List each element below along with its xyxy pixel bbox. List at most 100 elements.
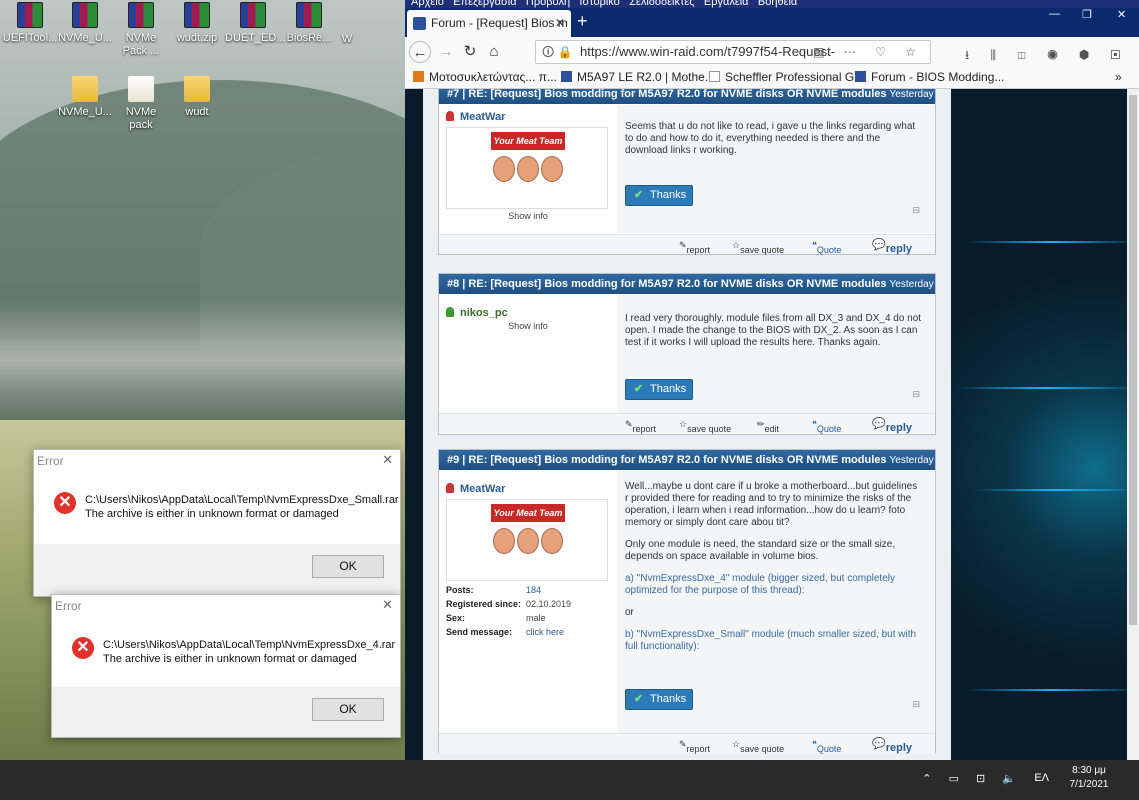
forward-icon[interactable]: → [435,41,457,63]
bookmarks-bar: Μοτοσυκλετώντας... π... M5A97 LE R2.0 | … [405,67,1139,89]
bookmarks-overflow-icon[interactable]: » [1115,70,1122,84]
post-time: Yesterday 7:07 pm [889,89,935,100]
save-quote-button[interactable]: ☆ save quote [732,240,784,255]
ok-button[interactable]: OK [312,555,384,578]
reply-button[interactable]: 💬 reply [872,737,912,754]
post-author[interactable]: MeatWar [446,483,505,495]
url-actions-icon[interactable]: ▤ ⋯ ♡ ☆ [813,41,924,63]
post-header: #9 | RE: [Request] Bios modding for M5A9… [439,450,935,470]
error-text: The archive is either in unknown format … [103,653,357,665]
tray-icons[interactable]: ⌃ ▭ ⊡ 🔈 [922,772,1023,785]
post-actions: ✎ report ☆ save quote ❝ Quote 💬 reply [439,234,935,255]
desktop-folder-nvme-u[interactable]: NVMe_U... [57,76,113,119]
back-icon[interactable]: ← [409,41,431,63]
edit-button[interactable]: ✏ edit [757,419,779,434]
menu-item-bookmarks[interactable]: Σελιδοδείκτες [629,0,694,8]
face-icon [493,156,515,182]
url-bar[interactable]: 🛈 🔒 https://www.win-raid.com/t7997f54-Re… [535,40,931,64]
post-time: Yesterday 9:56 pm [889,279,935,290]
home-icon[interactable]: ⌂ [483,41,505,63]
menu-item-view[interactable]: Προβολή [526,0,570,8]
post-text: Well...maybe u dont care if u broke a mo… [625,481,918,652]
show-info-link[interactable]: Show info [440,321,616,331]
scrollbar-thumb[interactable] [1129,95,1137,625]
quote-button[interactable]: ❝ Quote [812,419,841,434]
bookmark-item[interactable]: Scheffler Professional G... [709,70,864,84]
collapse-icon[interactable]: ⊟ [912,389,920,400]
close-icon[interactable]: ✕ [382,452,393,468]
post-title[interactable]: #7 | RE: [Request] Bios modding for M5A9… [447,89,886,100]
winrar-archive-icon [296,2,322,28]
page-left-margin [405,89,423,760]
menu-item-help[interactable]: Βοήθεια [758,0,797,8]
system-tray: ⌃ ▭ ⊡ 🔈 ΕΛ 8:30 μμ 7/1/2021 [833,760,1133,800]
save-quote-button[interactable]: ☆ save quote [679,419,731,434]
menu-item-history[interactable]: Ιστορικό [579,0,619,8]
new-tab-button[interactable]: + [577,11,588,32]
language-indicator[interactable]: ΕΛ [1034,772,1049,784]
collapse-icon[interactable]: ⊟ [912,205,920,216]
taskbar: ⌃ ▭ ⊡ 🔈 ΕΛ 8:30 μμ 7/1/2021 [0,760,1139,800]
quote-button[interactable]: ❝ Quote [812,240,841,255]
desktop-icon-partial[interactable]: W [337,33,357,46]
tab-bar: Forum - [Request] Bios m ✕ + — ❐ ✕ [405,8,1139,37]
post-title[interactable]: #9 | RE: [Request] Bios modding for M5A9… [447,454,886,466]
thanks-button[interactable]: ✔ Thanks [625,185,693,206]
tab-forum[interactable]: Forum - [Request] Bios m ✕ [407,10,571,37]
glow-line [965,689,1139,691]
page-scrollbar[interactable] [1127,89,1139,760]
desktop-icon-label: UEFITool... [2,32,58,44]
show-info-link[interactable]: Show info [440,211,616,221]
desktop-folder-nvme-pack[interactable]: NVMe pack [113,76,169,132]
winrar-archive-icon [72,2,98,28]
desktop-icon-nvme-pack[interactable]: NVMe Pack ... [113,2,169,58]
post-title[interactable]: #8 | RE: [Request] Bios modding for M5A9… [447,278,886,290]
bookmark-item[interactable]: M5A97 LE R2.0 | Mothe... [561,70,715,84]
report-button[interactable]: ✎ report [679,739,710,754]
desktop-icon-uefitool[interactable]: UEFITool... [2,2,58,45]
close-icon[interactable]: ✕ [382,597,393,613]
error-dialog: Error ✕ ✕ C:\Users\Nikos\AppData\Local\T… [51,594,401,738]
dialog-footer: OK [34,544,400,596]
desktop-icon-duet-ed[interactable]: DUET_ED... [225,2,286,45]
ok-button[interactable]: OK [312,698,384,721]
thanks-button[interactable]: ✔ Thanks [625,689,693,710]
forum-post: #7 | RE: [Request] Bios modding for M5A9… [438,89,936,255]
winrar-archive-icon [240,2,266,28]
save-quote-button[interactable]: ☆ save quote [732,739,784,754]
minimize-icon[interactable]: — [1049,8,1060,20]
reload-icon[interactable]: ↻ [459,41,481,63]
desktop-icon-label: NVMe Pack ... [122,32,160,57]
info-row: Sex: male [446,613,546,623]
desktop-icon-wudt-zip[interactable]: wudt.zip [169,2,225,45]
menu-item-file[interactable]: Αρχείο [411,0,444,8]
report-button[interactable]: ✎ report [625,419,656,434]
lock-icon: 🛈 🔒 [542,45,573,59]
post-body: Well...maybe u dont care if u broke a mo… [617,471,934,733]
post-author[interactable]: nikos_pc [446,307,508,319]
close-window-icon[interactable]: ✕ [1117,8,1126,21]
desktop-icon-biosre[interactable]: BiosRe... [281,2,337,45]
menu-item-tools[interactable]: Εργαλεία [704,0,749,8]
post-author[interactable]: MeatWar [446,111,505,123]
maximize-icon[interactable]: ❐ [1082,8,1092,21]
reply-button[interactable]: 💬 reply [872,417,912,434]
collapse-icon[interactable]: ⊟ [912,699,920,710]
desktop-icon-nvme-u[interactable]: NVMe_U... [57,2,113,45]
desktop-folder-wudt[interactable]: wudt [169,76,225,119]
thanks-button[interactable]: ✔ Thanks [625,379,693,400]
close-tab-icon[interactable]: ✕ [555,10,565,37]
reply-button[interactable]: 💬 reply [872,238,912,255]
dialog-body: ✕ C:\Users\Nikos\AppData\Local\Temp\NvmE… [52,617,400,691]
report-button[interactable]: ✎ report [679,240,710,255]
avatar-banner: Your Meat Team [491,504,565,522]
bookmark-page-icon [709,71,720,82]
glow-line [955,387,1139,389]
send-message-link[interactable]: click here [526,627,564,637]
avatar: Your Meat Team [446,127,608,209]
menu-item-edit[interactable]: Επεξεργασία [453,0,516,8]
bookmark-item[interactable]: Μοτοσυκλετώντας... π... [413,70,557,84]
bookmark-item[interactable]: Forum - BIOS Modding... [855,70,1004,84]
clock[interactable]: 8:30 μμ 7/1/2021 [1059,764,1119,792]
quote-button[interactable]: ❝ Quote [812,739,841,754]
